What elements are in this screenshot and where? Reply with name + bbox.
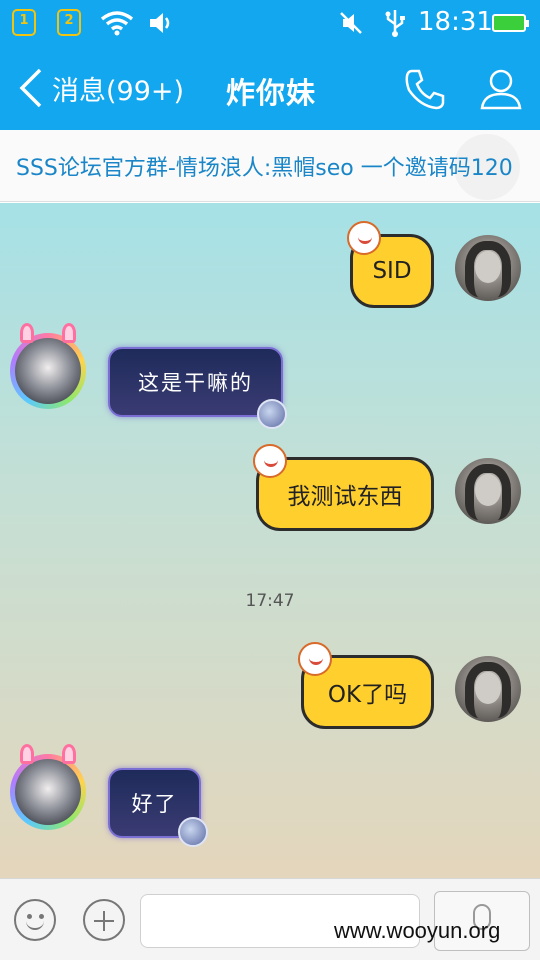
wifi-icon <box>100 11 134 36</box>
chat-area[interactable]: SID 这是干嘛的 我测试东西 17:47 OK了吗 好了 <box>0 203 540 878</box>
planet-decoration-icon <box>178 817 208 847</box>
status-bar: 1 2 18:31 <box>0 0 540 46</box>
message-text: 好了 <box>131 792 178 816</box>
watermark: www.wooyun.org <box>334 918 501 943</box>
chat-title: 炸你妹 <box>225 76 316 110</box>
sim1-icon: 1 <box>12 9 36 36</box>
notice-text: SSS论坛官方群-情场浪人:黑帽seo 一个邀请码120 <box>16 156 513 181</box>
friend-avatar[interactable] <box>10 744 92 830</box>
battery-icon <box>492 14 529 32</box>
message-bubble-sent[interactable]: SID <box>347 221 434 308</box>
vibrate-mute-icon <box>340 12 362 34</box>
volume-icon <box>150 13 170 33</box>
phone-icon[interactable] <box>402 66 448 112</box>
message-timestamp: 17:47 <box>245 591 295 611</box>
clock: 18:31 <box>418 7 493 37</box>
plus-icon[interactable] <box>83 899 125 941</box>
planet-decoration-icon <box>257 399 287 429</box>
my-avatar[interactable] <box>455 656 521 722</box>
sim2-icon: 2 <box>57 9 81 36</box>
message-text: 我测试东西 <box>287 484 403 510</box>
usb-icon <box>385 10 405 37</box>
bubble-decoration-icon <box>253 444 287 478</box>
group-notice-bar[interactable]: SSS论坛官方群-情场浪人:黑帽seo 一个邀请码120 <box>0 130 540 202</box>
message-text: SID <box>372 258 412 284</box>
bubble-decoration-icon <box>347 221 381 255</box>
chat-header: 消息(99+) 炸你妹 <box>0 46 540 130</box>
my-avatar[interactable] <box>455 235 521 301</box>
my-avatar[interactable] <box>455 458 521 524</box>
emoji-icon[interactable] <box>14 899 56 941</box>
message-text: 这是干嘛的 <box>138 371 253 395</box>
message-bubble-sent[interactable]: 我测试东西 <box>253 444 434 531</box>
friend-avatar[interactable] <box>10 323 92 409</box>
message-bubble-received[interactable]: 这是干嘛的 <box>108 347 283 417</box>
message-text: OK了吗 <box>327 682 408 708</box>
message-bubble-sent[interactable]: OK了吗 <box>298 642 434 729</box>
bubble-decoration-icon <box>298 642 332 676</box>
profile-icon[interactable] <box>478 66 524 112</box>
